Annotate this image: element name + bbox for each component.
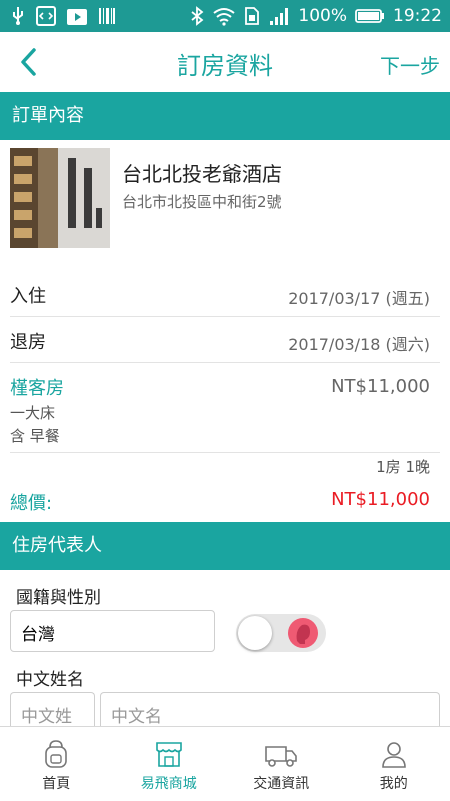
van-icon	[264, 739, 298, 769]
female-icon	[288, 618, 318, 648]
room-price: NT$11,000	[331, 376, 430, 397]
bottom-tab-bar: 首頁 易飛商城 交通資訊 我的	[0, 726, 450, 801]
toggle-knob	[238, 616, 272, 650]
chinese-given-placeholder: 中文名	[111, 702, 162, 727]
sim-icon	[244, 6, 260, 26]
room-quantity-row: 1房 1晚	[10, 452, 440, 480]
nationality-select[interactable]: 台灣	[10, 610, 215, 652]
tab-shop-label: 易飛商城	[113, 773, 226, 793]
checkout-row: 退房 2017/03/18 (週六)	[10, 316, 440, 363]
total-label: 總價:	[10, 489, 52, 515]
tab-shop[interactable]: 易飛商城	[113, 727, 226, 801]
room-bed: 一大床	[10, 402, 55, 423]
barcode-icon	[98, 6, 116, 26]
signal-icon	[268, 6, 290, 26]
hotel-name: 台北北投老爺酒店	[122, 158, 282, 187]
checkout-date: 2017/03/18 (週六)	[288, 331, 430, 355]
total-row: 總價: NT$11,000	[10, 480, 440, 520]
hotel-image[interactable]	[10, 148, 110, 248]
tab-profile[interactable]: 我的	[338, 727, 450, 801]
gender-toggle[interactable]	[236, 614, 326, 652]
wifi-icon	[212, 6, 236, 26]
total-price: NT$11,000	[331, 489, 430, 510]
next-step-button[interactable]: 下一步	[380, 50, 440, 79]
room-quantity: 1房 1晚	[376, 456, 430, 477]
room-meal: 含 早餐	[10, 425, 60, 446]
nationality-gender-label: 國籍與性別	[16, 583, 101, 608]
guest-section-header: 住房代表人	[0, 522, 450, 570]
hotel-photo-icon	[10, 148, 110, 248]
battery-icon	[355, 8, 385, 24]
tab-home-label: 首頁	[0, 773, 113, 793]
order-section-header: 訂單內容	[0, 92, 450, 140]
status-bar: 100% 19:22	[0, 0, 450, 32]
chinese-surname-placeholder: 中文姓	[21, 702, 72, 727]
bluetooth-icon	[190, 6, 204, 26]
checkout-label: 退房	[10, 328, 46, 354]
room-type: 槿客房	[10, 374, 64, 400]
room-row: 槿客房 NT$11,000 一大床 含 早餐	[10, 362, 440, 453]
hotel-address: 台北市北投區中和街2號	[122, 191, 282, 212]
checkin-date: 2017/03/17 (週五)	[288, 285, 430, 309]
nationality-value: 台灣	[21, 620, 55, 645]
battery-percent: 100%	[298, 6, 347, 26]
top-bar: 訂房資料 下一步	[0, 32, 450, 93]
checkin-row: 入住 2017/03/17 (週五)	[10, 270, 440, 317]
tab-transport[interactable]: 交通資訊	[225, 727, 338, 801]
checkin-label: 入住	[10, 282, 46, 308]
person-icon	[380, 739, 408, 769]
tab-home[interactable]: 首頁	[0, 727, 113, 801]
tab-profile-label: 我的	[338, 773, 450, 793]
shop-icon	[154, 739, 184, 769]
backpack-icon	[42, 739, 70, 769]
media-icon	[66, 6, 88, 26]
usb-icon	[10, 6, 26, 26]
status-time: 19:22	[393, 6, 442, 26]
tab-transport-label: 交通資訊	[225, 773, 338, 793]
code-icon	[36, 6, 56, 26]
chinese-name-label: 中文姓名	[16, 665, 84, 690]
